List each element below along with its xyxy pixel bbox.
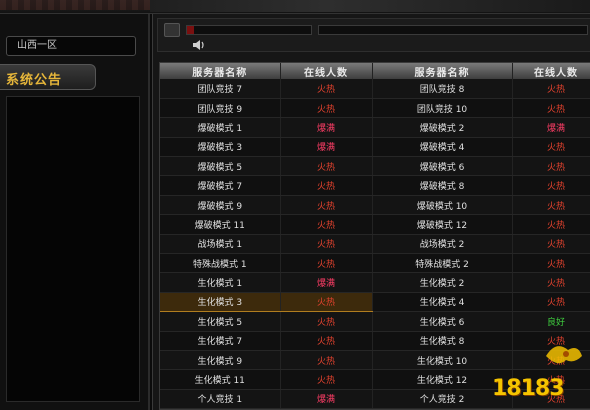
online-status-cell: 火热 <box>512 98 590 119</box>
server-name-cell: 战场模式 1 <box>160 234 281 255</box>
notice-content-area <box>6 96 140 402</box>
table-row[interactable]: 爆破模式 3 爆满 爆破模式 4 火热 <box>160 137 590 158</box>
table-row[interactable]: 生化模式 5 火热 生化模式 6 良好 <box>160 311 590 332</box>
online-status-cell: 火热 <box>512 175 590 196</box>
header-server-name-2: 服务器名称 <box>372 63 513 79</box>
online-status-cell: 爆满 <box>512 117 590 138</box>
table-row[interactable]: 生化模式 1 爆满 生化模式 2 火热 <box>160 272 590 293</box>
server-name-cell: 特殊战模式 1 <box>160 253 281 274</box>
server-name-cell: 生化模式 5 <box>160 311 281 332</box>
online-status-cell: 爆满 <box>280 389 373 409</box>
server-name-cell: 特殊战模式 2 <box>372 253 513 274</box>
server-name-cell: 爆破模式 7 <box>160 175 281 196</box>
online-status-cell: 爆满 <box>280 137 373 158</box>
server-name-cell: 爆破模式 4 <box>372 137 513 158</box>
banner-decoration <box>0 0 150 10</box>
online-status-cell: 火热 <box>280 175 373 196</box>
online-status-cell: 火热 <box>280 253 373 274</box>
server-name-cell: 爆破模式 11 <box>160 214 281 235</box>
server-name-cell: 生化模式 2 <box>372 272 513 293</box>
media-bar <box>157 18 590 52</box>
play-button[interactable] <box>164 23 180 37</box>
table-row[interactable]: 爆破模式 9 火热 爆破模式 10 火热 <box>160 195 590 216</box>
online-status-cell: 火热 <box>280 311 373 332</box>
table-row[interactable]: 团队竞技 7 火热 团队竞技 8 火热 <box>160 79 590 99</box>
online-status-cell: 火热 <box>512 272 590 293</box>
online-status-cell: 火热 <box>280 369 373 390</box>
online-status-cell: 火热 <box>280 331 373 351</box>
server-name-cell: 爆破模式 1 <box>160 117 281 138</box>
online-status-cell: 火热 <box>512 234 590 255</box>
table-header-row: 服务器名称 在线人数 服务器名称 在线人数 <box>160 63 590 79</box>
online-status-cell: 火热 <box>280 214 373 235</box>
table-row[interactable]: 特殊战模式 1 火热 特殊战模式 2 火热 <box>160 253 590 274</box>
top-banner <box>0 0 590 14</box>
online-status-cell: 爆满 <box>280 117 373 138</box>
online-status-cell: 火热 <box>280 195 373 216</box>
table-row[interactable]: 爆破模式 1 爆满 爆破模式 2 爆满 <box>160 117 590 138</box>
header-online-count: 在线人数 <box>280 63 373 79</box>
table-row[interactable]: 生化模式 3 火热 生化模式 4 火热 <box>160 291 590 313</box>
table-row[interactable]: 爆破模式 7 火热 爆破模式 8 火热 <box>160 175 590 196</box>
online-status-cell: 火热 <box>280 156 373 177</box>
server-name-cell: 爆破模式 6 <box>372 156 513 177</box>
header-online-count-2: 在线人数 <box>512 63 590 79</box>
online-status-cell: 火热 <box>512 214 590 235</box>
server-name-cell: 个人竞技 1 <box>160 389 281 409</box>
online-status-cell: 火热 <box>280 79 373 99</box>
table-row[interactable]: 团队竞技 9 火热 团队竞技 10 火热 <box>160 98 590 119</box>
online-status-cell: 爆满 <box>280 272 373 293</box>
server-name-cell: 团队竞技 8 <box>372 79 513 99</box>
server-name-cell: 团队竞技 9 <box>160 98 281 119</box>
online-status-cell: 火热 <box>280 234 373 255</box>
server-name-cell: 爆破模式 5 <box>160 156 281 177</box>
server-name-cell: 爆破模式 8 <box>372 175 513 196</box>
online-status-cell: 火热 <box>512 253 590 274</box>
server-name-cell: 生化模式 11 <box>160 369 281 390</box>
online-status-cell: 火热 <box>512 156 590 177</box>
server-name-cell: 爆破模式 12 <box>372 214 513 235</box>
online-status-cell: 火热 <box>280 291 373 313</box>
online-status-cell: 良好 <box>512 311 590 332</box>
media-progress[interactable] <box>186 25 312 35</box>
server-name-cell: 团队竞技 7 <box>160 79 281 99</box>
online-status-cell: 火热 <box>512 195 590 216</box>
server-name-cell: 生化模式 9 <box>160 350 281 371</box>
table-row[interactable]: 爆破模式 5 火热 爆破模式 6 火热 <box>160 156 590 177</box>
online-status-cell: 火热 <box>280 350 373 371</box>
site-logo-text: 18183 <box>492 376 565 401</box>
server-name-cell: 爆破模式 2 <box>372 117 513 138</box>
volume-icon[interactable] <box>192 39 206 51</box>
server-name-cell: 战场模式 2 <box>372 234 513 255</box>
table-row[interactable]: 战场模式 1 火热 战场模式 2 火热 <box>160 234 590 255</box>
server-name-cell: 生化模式 7 <box>160 331 281 351</box>
left-panel: 山西一区 系统公告 <box>0 14 150 410</box>
online-status-cell: 火热 <box>512 79 590 99</box>
server-name-cell: 爆破模式 9 <box>160 195 281 216</box>
media-track-bar <box>318 25 588 35</box>
server-name-cell: 生化模式 6 <box>372 311 513 332</box>
online-status-cell: 火热 <box>512 292 590 313</box>
server-name-cell: 生化模式 1 <box>160 272 281 293</box>
media-progress-fill <box>187 26 195 34</box>
notice-title: 系统公告 <box>6 73 63 88</box>
banner-decoration-right <box>150 0 590 12</box>
notice-header: 系统公告 <box>0 64 96 90</box>
online-status-cell: 火热 <box>280 98 373 119</box>
header-server-name: 服务器名称 <box>160 63 281 79</box>
server-name-cell: 生化模式 4 <box>372 292 513 313</box>
table-row[interactable]: 爆破模式 11 火热 爆破模式 12 火热 <box>160 214 590 235</box>
server-name-cell: 生化模式 3 <box>160 291 281 313</box>
server-name-cell: 团队竞技 10 <box>372 98 513 119</box>
server-region-select[interactable]: 山西一区 <box>6 36 136 56</box>
server-name-cell: 爆破模式 3 <box>160 137 281 158</box>
online-status-cell: 火热 <box>512 137 590 158</box>
server-name-cell: 爆破模式 10 <box>372 195 513 216</box>
